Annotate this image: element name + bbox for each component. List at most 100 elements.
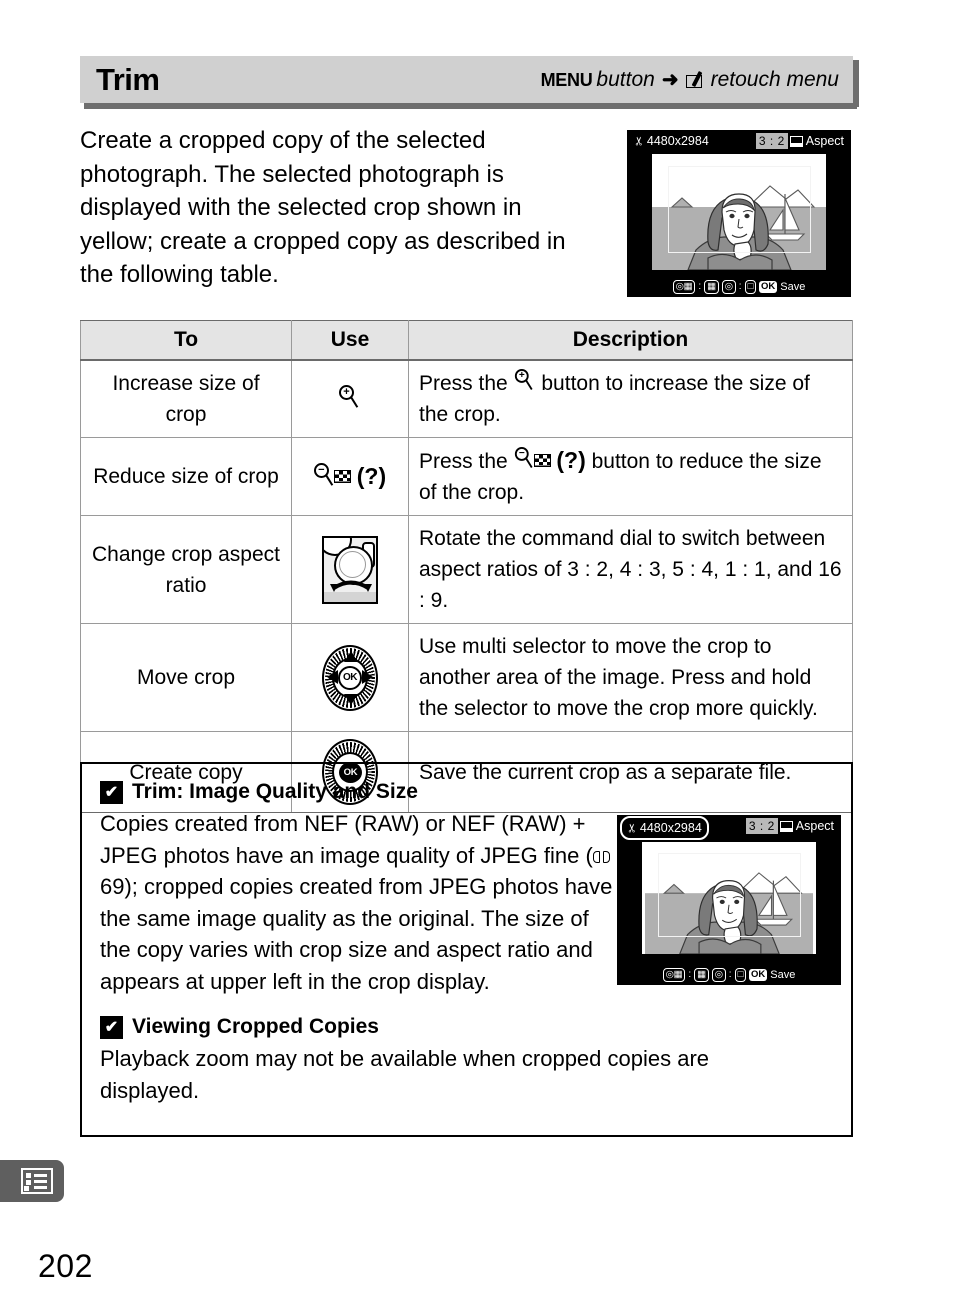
magnify-minus-icon: − [313, 462, 336, 489]
zoom-out-hint-icon: ◎▦ [672, 280, 696, 294]
aspect-glyph-icon [789, 135, 803, 147]
page-title: Trim [96, 62, 160, 97]
check-badge-icon: ✔ [100, 1015, 123, 1039]
desc-text-pre: Press the [419, 450, 514, 473]
dial-rotation-arrow-icon [330, 580, 372, 592]
monitor-osd-bottom: ◎▦ : ▦ ◎ : □ OK Save [617, 967, 841, 983]
hint-separator-1: : [698, 281, 702, 292]
row-action-label: Increase size of crop [80, 359, 292, 438]
trim-controls-table: To Use Description Increase size of crop… [80, 320, 853, 813]
note-1-title: Trim: Image Quality and Size [132, 780, 418, 803]
aspect-ratio-value: 3 : 2 [755, 133, 788, 149]
selector-ok-label: OK [338, 665, 362, 690]
crop-smaller-hint-icon: ▦ [694, 968, 709, 982]
aspect-readout: 3 : 2 Aspect [755, 133, 844, 149]
row-description: Rotate the command dial to switch betwee… [408, 515, 853, 624]
menu-list-icon [0, 1160, 64, 1202]
monitor-osd-top: ✂ 4480x2984 3 : 2 Aspect [617, 815, 841, 840]
row-description: Use multi selector to move the crop to a… [408, 623, 853, 732]
selector-down-arrow-icon [344, 693, 358, 705]
magnify-minus-icon-inline: − [514, 447, 534, 471]
row-action-label: Move crop [80, 623, 292, 732]
monitor-osd-top: ✂ 4480x2984 3 : 2 Aspect [627, 130, 851, 152]
camera-monitor-crop-display: ✂ 4480x2984 3 : 2 Aspect ◎▦: ▦ ◎: □ OK… [627, 130, 851, 297]
selector-up-arrow-icon [344, 650, 358, 662]
magnify-plus-icon: + [339, 384, 361, 411]
scissors-icon: ✂ [631, 136, 647, 146]
zoom-in-hint-icon: ◎ [711, 968, 726, 982]
hint-separator-2: : [738, 281, 742, 292]
note-1-heading: ✔ Trim: Image Quality and Size [100, 780, 833, 804]
table-row: Move crop OK Use multi selector to move … [80, 623, 853, 732]
menu-path: MENU button ➜ retouch menu [541, 66, 839, 94]
crop-larger-hint-icon: □ [744, 280, 757, 294]
hint-separator-2: : [728, 969, 732, 980]
crop-rectangle-overlay [658, 853, 801, 937]
row-use-cell: − (?) [291, 437, 409, 516]
crop-larger-hint-icon: □ [734, 968, 747, 982]
table-row: Reduce size of crop − (?) Press the − (?… [80, 437, 853, 516]
aspect-label: Aspect [805, 134, 844, 148]
zoom-out-hint-icon: ◎▦ [662, 968, 686, 982]
note-1-page-ref: 69 [100, 874, 125, 899]
button-word: button [596, 68, 655, 91]
crop-size-value: 4480x2984 [639, 821, 702, 835]
ok-hint-icon: OK [759, 281, 778, 293]
note-1-text-part2: ); cropped copies created from JPEG phot… [100, 874, 613, 994]
table-row: Change crop aspect ratio Rotate the comm… [80, 515, 853, 624]
save-hint-label: Save [780, 281, 806, 293]
retouch-pen-icon [685, 70, 706, 89]
section-header-band: Trim MENU button ➜ retouch menu [80, 56, 859, 109]
check-badge-icon: ✔ [100, 780, 123, 804]
command-dial-icon [322, 535, 378, 604]
hint-separator-1: : [688, 969, 692, 980]
row-description: Press the − (?) button to reduce the siz… [408, 437, 853, 516]
table-header-row: To Use Description [80, 320, 853, 361]
ok-hint-icon: OK [749, 969, 768, 981]
column-header-use: Use [291, 320, 409, 361]
monitor-photo-preview [652, 154, 826, 270]
note-1-body: Copies created from NEF (RAW) or NEF (RA… [100, 808, 620, 997]
column-header-description: Description [408, 320, 853, 361]
magnify-plus-icon-inline: + [514, 369, 534, 393]
zoom-in-hint-icon: ◎ [721, 280, 736, 294]
row-use-cell [291, 515, 409, 624]
menu-button-label: MENU [540, 70, 593, 90]
row-action-label: Change crop aspect ratio [80, 515, 292, 624]
aspect-ratio-value: 3 : 2 [745, 818, 778, 834]
save-hint-label: Save [770, 969, 796, 981]
camera-monitor-crop-size-highlight: ✂ 4480x2984 3 : 2 Aspect ◎▦: ▦ ◎: □ OK… [617, 815, 841, 985]
note-2-heading: ✔ Viewing Cropped Copies [100, 1015, 833, 1039]
row-use-cell: + [291, 359, 409, 438]
aspect-label: Aspect [795, 819, 834, 833]
crop-rectangle-overlay [668, 166, 811, 253]
selector-left-arrow-icon [327, 669, 338, 684]
monitor-photo-preview [642, 842, 816, 954]
table-row: Increase size of crop + Press the + butt… [80, 359, 853, 438]
crop-size-readout-highlighted: ✂ 4480x2984 [620, 816, 709, 840]
column-header-to: To [80, 320, 292, 361]
page-number: 202 [38, 1248, 93, 1284]
intro-paragraph: Create a cropped copy of the selected ph… [80, 127, 566, 288]
book-reference-icon [592, 850, 610, 864]
note-1-text-part1: Copies created from NEF (RAW) or NEF (RA… [100, 811, 593, 868]
selector-right-arrow-icon [362, 669, 373, 684]
monitor-osd-bottom: ◎▦ : ▦ ◎ : □ OK Save [627, 279, 851, 295]
thumbnail-grid-icon [333, 469, 351, 483]
help-question-inline: (?) [556, 447, 586, 473]
crop-size-value: 4480x2984 [646, 134, 709, 148]
scissors-icon: ✂ [624, 823, 640, 833]
multi-selector-icon: OK [322, 644, 378, 711]
help-question-label: (?) [356, 462, 387, 489]
note-2-body: Playback zoom may not be available when … [100, 1046, 710, 1103]
thumbnail-grid-icon-inline [533, 454, 551, 467]
desc-text-pre: Press the [419, 372, 514, 395]
row-action-label: Reduce size of crop [80, 437, 292, 516]
note-2-title: Viewing Cropped Copies [132, 1015, 379, 1038]
retouch-menu-label: retouch menu [710, 68, 839, 91]
crop-smaller-hint-icon: ▦ [704, 280, 719, 294]
aspect-readout: 3 : 2 Aspect [745, 818, 834, 834]
row-use-cell: OK [291, 623, 409, 732]
crop-size-readout: ✂ 4480x2984 [631, 130, 709, 152]
arrow-right-icon: ➜ [661, 69, 679, 91]
